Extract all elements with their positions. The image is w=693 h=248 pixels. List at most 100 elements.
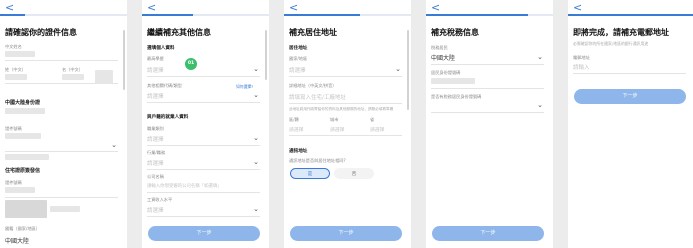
next-button[interactable]: 下一步: [574, 89, 686, 104]
address-note: 此地址將用作將寄給你的資料及其他服務的地址，請務必填寫準確: [289, 107, 394, 111]
back-arrow-icon[interactable]: <: [289, 2, 298, 14]
redacted-value: [62, 74, 84, 80]
section-title-employment: 與戶籍的就業人資料: [147, 115, 189, 120]
help-link[interactable]: 如何選擇?: [236, 84, 253, 90]
chevron-down-icon[interactable]: ⌄: [537, 54, 543, 61]
email-input[interactable]: 請輸入: [573, 63, 590, 71]
field-label-has-tax-id: 是否有稅務居民身份證號碼: [431, 94, 482, 99]
section-title-validity: 住宅證原簽發信: [5, 168, 41, 174]
chevron-down-icon[interactable]: ⌄: [253, 206, 259, 213]
yes-label: 是: [307, 172, 313, 177]
onboarding-flow-strip: < 請確認你的證件信息 中文姓名 姓（中文） 名（中文） 中國大陸身份證 證件號…: [0, 0, 693, 248]
no-toggle-button[interactable]: 否: [334, 168, 374, 179]
divider: [5, 60, 118, 61]
next-button[interactable]: 下一步: [290, 226, 402, 241]
field-label-city: 城市: [330, 117, 339, 122]
field-label-nationality: 國籍（國家/地區）: [5, 226, 40, 231]
screen-email: < 即將完成，請補充電郵地址 必需確認你的所在國家/地區的銀行通訊用途 電郵地址…: [568, 0, 693, 248]
field-value-tax-residency[interactable]: 中國大陸: [431, 53, 455, 62]
field-label-id-number: 證件號碼: [5, 126, 22, 131]
divider: [289, 76, 402, 77]
redacted-value: [5, 133, 41, 139]
chevron-down-icon[interactable]: ⌄: [253, 135, 259, 142]
field-label-code-type: 其他相關代碼/類型: [147, 83, 182, 88]
back-arrow-icon[interactable]: <: [573, 2, 582, 14]
chevron-down-icon[interactable]: ⌄: [253, 92, 259, 99]
progress-bar: [284, 14, 411, 16]
scrollbar[interactable]: [123, 30, 125, 90]
divider: [431, 88, 544, 89]
chevron-down-icon[interactable]: ⌄: [253, 159, 259, 166]
field-label-income: 工資收入水平: [147, 197, 173, 202]
select-code-type[interactable]: 請選擇: [147, 92, 164, 100]
divider: [147, 76, 260, 77]
field-label-doc-number: 證件號碼: [5, 180, 22, 185]
scrollbar[interactable]: [407, 30, 409, 110]
divider: [147, 192, 260, 193]
section-title-residential: 居住地址: [289, 46, 308, 51]
field-label-job-category: 職業類別: [147, 126, 164, 131]
company-input[interactable]: 請輸入你現受僱的公司名稱「如選填」: [147, 183, 222, 189]
redacted-value: [95, 70, 113, 84]
next-button[interactable]: 下一步: [148, 226, 260, 241]
select-education[interactable]: 請選擇: [147, 66, 164, 74]
screen-confirm-id: < 請確認你的證件信息 中文姓名 姓（中文） 名（中文） 中國大陸身份證 證件號…: [0, 0, 127, 248]
divider: [147, 169, 260, 170]
redacted-value: [5, 200, 47, 218]
next-button[interactable]: 下一步: [432, 226, 544, 241]
yes-toggle-button[interactable]: 是: [290, 168, 330, 179]
divider: [431, 64, 544, 65]
section-title-tax: 選填個人資料: [147, 46, 175, 51]
select-province[interactable]: 請選擇: [370, 126, 384, 133]
field-label-district: 區/縣: [289, 117, 299, 122]
page-title: 補充居住地址: [289, 28, 337, 37]
select-country[interactable]: 請選擇: [289, 66, 306, 74]
redacted-value: [5, 51, 35, 57]
field-label-given-name: 名（中文）: [62, 67, 83, 72]
divider: [573, 73, 686, 74]
redacted-value: [5, 108, 45, 114]
field-label-surname: 姓（中文）: [5, 67, 26, 72]
field-label-chinese-name: 中文姓名: [5, 44, 22, 49]
page-title: 即將完成，請補充電郵地址: [573, 28, 669, 37]
field-label-country: 國家/地區: [289, 56, 308, 61]
redacted-value: [50, 206, 80, 212]
back-arrow-icon[interactable]: <: [5, 2, 14, 14]
same-address-question: 通訊地址是否與居住地址相同?: [289, 158, 346, 163]
back-arrow-icon[interactable]: <: [431, 2, 440, 14]
select-industry[interactable]: 請選擇: [147, 159, 164, 167]
no-label: 否: [351, 172, 357, 177]
select-district[interactable]: 請選擇: [289, 126, 303, 133]
page-subtitle: 必需確認你的所在國家/地區的銀行通訊用途: [573, 41, 649, 46]
back-arrow-icon[interactable]: <: [147, 2, 156, 14]
chevron-down-icon[interactable]: ⌄: [395, 66, 401, 73]
select-job-category[interactable]: 請選擇: [147, 135, 164, 143]
step-badge: 01: [185, 58, 197, 70]
field-label-email: 電郵地址: [573, 55, 590, 60]
scrollbar[interactable]: [265, 30, 267, 80]
divider: [147, 216, 260, 217]
address-input[interactable]: 請填寫入住宅/工廠地址: [289, 93, 346, 101]
divider: [289, 135, 402, 136]
redacted-value: [431, 78, 475, 84]
page-title: 請確認你的證件信息: [5, 28, 77, 37]
field-label-province: 省: [370, 117, 375, 122]
field-label-tax-id: 居民身份證號碼: [431, 70, 461, 75]
redacted-value: [5, 187, 35, 193]
chevron-down-icon[interactable]: ⌄: [111, 142, 117, 149]
progress-bar: [426, 14, 553, 16]
chevron-down-icon[interactable]: ⌄: [253, 66, 259, 73]
section-title-mailing: 通訊地址: [289, 149, 308, 154]
field-label-tax-residency: 稅務居民: [431, 45, 448, 50]
chevron-down-icon[interactable]: ⌄: [537, 102, 543, 109]
screen-other-info: < 繼續補充其他信息 選填個人資料 最高學歷 請選擇 01 ⌄ 其他相關代碼/類…: [142, 0, 269, 248]
progress-bar: [568, 14, 693, 16]
field-value-nationality: 中國大陸: [5, 238, 30, 245]
page-title: 繼續補充其他信息: [147, 28, 211, 37]
field-label-company: 公司名稱: [147, 174, 164, 179]
divider: [5, 151, 118, 152]
select-city[interactable]: 請選擇: [330, 126, 344, 133]
select-income[interactable]: 請選擇: [147, 206, 164, 214]
screen-residential-address: < 補充居住地址 居住地址 國家/地區 請選擇 ⌄ 詳細地址（中英文/拼音） 請…: [284, 0, 411, 248]
field-label-education: 最高學歷: [147, 56, 164, 61]
